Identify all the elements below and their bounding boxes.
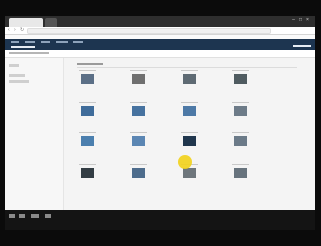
taskbar-item[interactable] bbox=[45, 214, 51, 218]
image-thumbnail[interactable] bbox=[79, 70, 96, 84]
gallery-title-mark bbox=[77, 63, 103, 65]
thumbnail-image bbox=[81, 168, 94, 178]
menu-item[interactable] bbox=[24, 41, 35, 43]
url-field[interactable] bbox=[27, 28, 271, 34]
sub-navigation bbox=[5, 50, 315, 58]
forward-icon[interactable]: › bbox=[14, 28, 18, 33]
app-brand[interactable] bbox=[11, 44, 35, 49]
image-thumbnail[interactable] bbox=[232, 102, 249, 116]
image-thumbnail[interactable] bbox=[130, 164, 147, 178]
sidebar-item[interactable] bbox=[9, 80, 29, 83]
address-bar: ‹ › ↻ bbox=[5, 27, 315, 35]
image-thumbnail[interactable] bbox=[181, 70, 198, 84]
user-menu[interactable] bbox=[293, 44, 311, 49]
breadcrumb-mark bbox=[9, 52, 49, 54]
image-thumbnail[interactable] bbox=[232, 70, 249, 84]
cursor-highlight bbox=[178, 155, 192, 169]
browser-tab[interactable] bbox=[45, 18, 57, 27]
menu-item[interactable] bbox=[11, 41, 19, 43]
image-thumbnail[interactable] bbox=[232, 132, 249, 146]
thumbnail-image bbox=[234, 136, 247, 146]
taskbar-item[interactable] bbox=[9, 214, 15, 218]
thumbnail-image bbox=[132, 74, 145, 84]
divider bbox=[77, 67, 297, 68]
back-icon[interactable]: ‹ bbox=[8, 28, 12, 33]
brand-mark bbox=[11, 45, 35, 48]
menu-item[interactable] bbox=[55, 41, 68, 43]
gallery-panel bbox=[71, 58, 311, 210]
thumbnail-image bbox=[183, 136, 196, 146]
thumbnail-image bbox=[234, 106, 247, 116]
maximize-icon[interactable]: □ bbox=[298, 18, 303, 23]
screen-recording-frame: – □ × ‹ › ↻ bbox=[5, 16, 315, 230]
sidebar-item[interactable] bbox=[9, 74, 25, 77]
browser-tab-active[interactable] bbox=[9, 18, 43, 27]
taskbar-item[interactable] bbox=[19, 214, 25, 218]
thumbnail-image bbox=[183, 74, 196, 84]
sidebar bbox=[5, 58, 64, 210]
close-icon[interactable]: × bbox=[305, 18, 310, 23]
image-thumbnail[interactable] bbox=[79, 164, 96, 178]
thumbnail-image bbox=[234, 168, 247, 178]
image-thumbnail[interactable] bbox=[79, 132, 96, 146]
thumbnail-image bbox=[132, 136, 145, 146]
thumbnail-image bbox=[183, 168, 196, 178]
image-thumbnail[interactable] bbox=[130, 102, 147, 116]
reload-icon[interactable]: ↻ bbox=[20, 28, 24, 33]
breadcrumb[interactable] bbox=[9, 51, 49, 56]
thumbnail-image bbox=[81, 106, 94, 116]
taskbar bbox=[5, 210, 315, 230]
image-thumbnail[interactable] bbox=[130, 132, 147, 146]
app-header bbox=[5, 39, 315, 50]
gallery-title bbox=[77, 62, 103, 66]
minimize-icon[interactable]: – bbox=[291, 18, 296, 23]
sidebar-item[interactable] bbox=[9, 64, 19, 67]
thumbnail-image bbox=[81, 74, 94, 84]
thumbnail-image bbox=[132, 168, 145, 178]
image-thumbnail[interactable] bbox=[130, 70, 147, 84]
thumbnail-image bbox=[183, 106, 196, 116]
taskbar-item[interactable] bbox=[31, 214, 39, 218]
image-thumbnail[interactable] bbox=[79, 102, 96, 116]
browser-tab-bar: – □ × bbox=[5, 16, 315, 27]
thumbnail-image bbox=[234, 74, 247, 84]
thumbnail-image bbox=[132, 106, 145, 116]
user-name-mark bbox=[293, 45, 311, 48]
image-thumbnail[interactable] bbox=[181, 102, 198, 116]
image-thumbnail[interactable] bbox=[181, 132, 198, 146]
menu-item[interactable] bbox=[40, 41, 50, 43]
image-thumbnail[interactable] bbox=[232, 164, 249, 178]
menu-item[interactable] bbox=[73, 41, 84, 43]
thumbnail-image bbox=[81, 136, 94, 146]
